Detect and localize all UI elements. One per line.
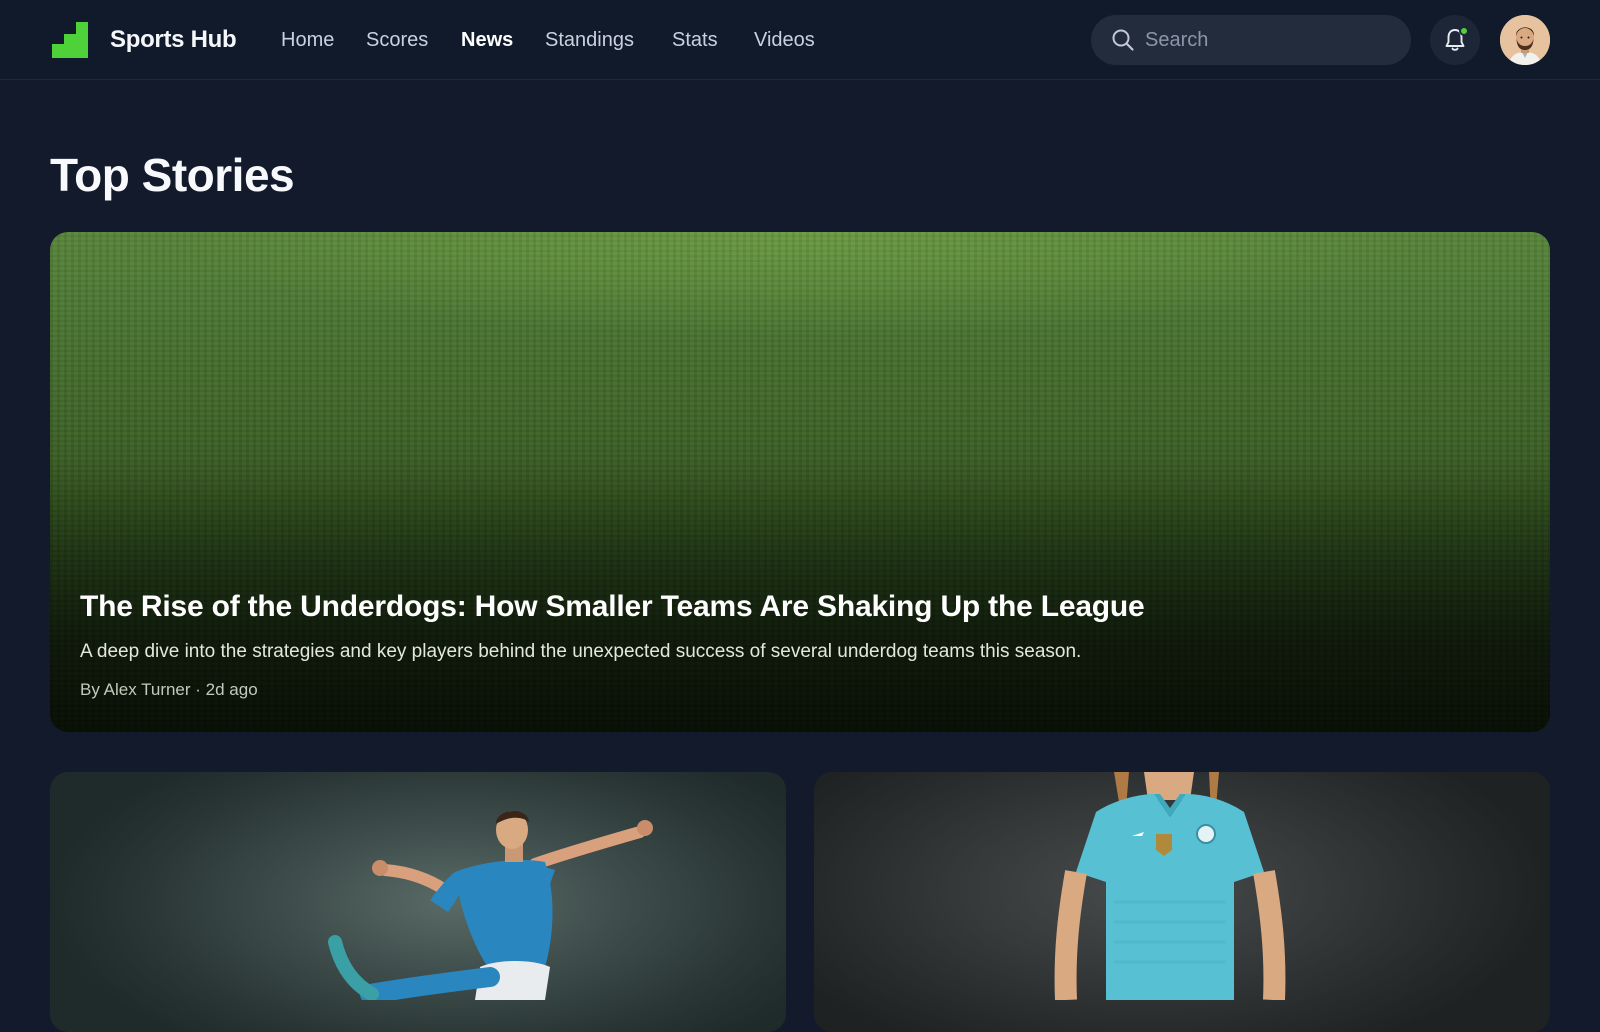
- nav-item-home[interactable]: Home: [281, 24, 334, 56]
- search-icon: [1112, 29, 1134, 51]
- featured-story-summary: A deep dive into the strategies and key …: [80, 641, 1082, 662]
- search-input[interactable]: [1145, 15, 1395, 65]
- jersey-model-image: [1054, 772, 1286, 1000]
- brand-name[interactable]: Sports Hub: [110, 24, 237, 56]
- notifications-button[interactable]: [1430, 15, 1480, 65]
- notification-badge: [1459, 26, 1469, 36]
- logo-icon[interactable]: [52, 22, 88, 58]
- featured-story-byline: By Alex Turner · 2d ago: [80, 680, 258, 699]
- top-navigation-bar: Sports Hub Home Scores News Standings St…: [0, 0, 1600, 80]
- avatar[interactable]: [1500, 15, 1550, 65]
- search-bar[interactable]: [1091, 15, 1411, 65]
- nav-item-standings[interactable]: Standings: [545, 24, 634, 56]
- nav-item-scores[interactable]: Scores: [366, 24, 428, 56]
- page-title: Top Stories: [50, 149, 295, 201]
- featured-story-title[interactable]: The Rise of the Underdogs: How Smaller T…: [80, 588, 1500, 626]
- nav-item-videos[interactable]: Videos: [754, 24, 815, 56]
- story-card[interactable]: [814, 772, 1550, 1032]
- nav-item-stats[interactable]: Stats: [672, 24, 718, 56]
- user-avatar-image: [1500, 15, 1550, 65]
- nav-item-news[interactable]: News: [461, 24, 513, 56]
- soccer-player-image: [328, 810, 653, 1000]
- featured-story-card[interactable]: The Rise of the Underdogs: How Smaller T…: [50, 232, 1550, 732]
- story-card[interactable]: [50, 772, 786, 1032]
